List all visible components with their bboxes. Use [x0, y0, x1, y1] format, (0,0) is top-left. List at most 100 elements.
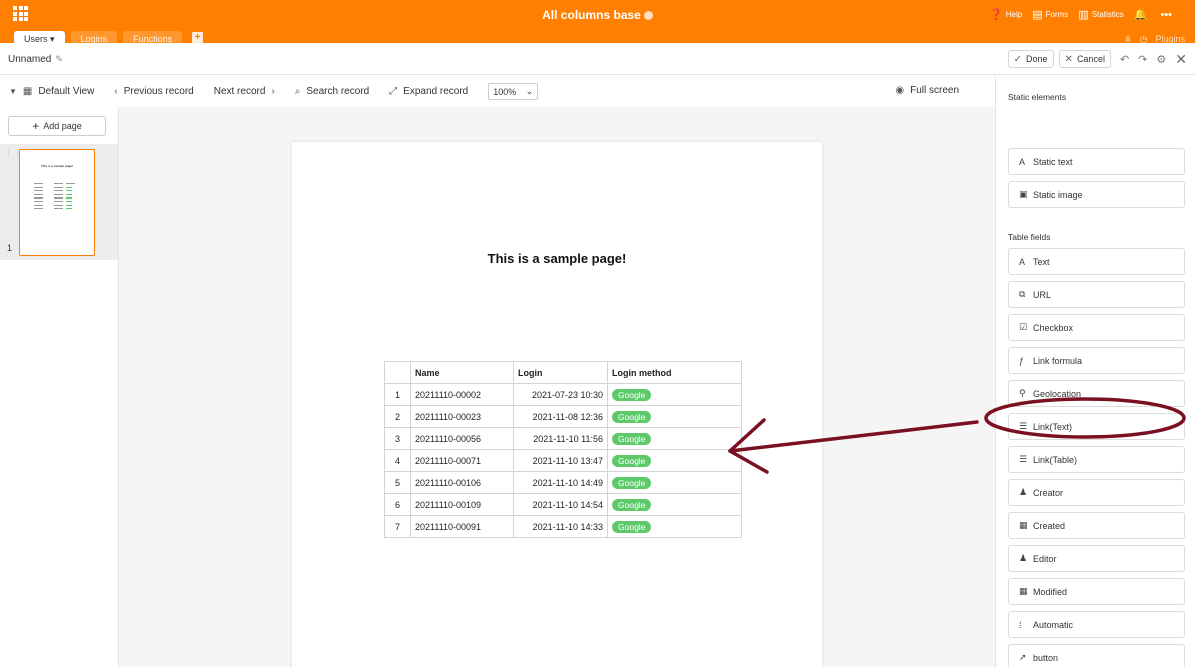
redo-icon[interactable]: ↷ [1138, 53, 1147, 66]
page-list-item[interactable]: ⋮⋮ This is a sample page! 1 [0, 144, 118, 260]
zoom-select[interactable]: 100% ⌄ [488, 83, 539, 100]
element-label: Static text [1033, 156, 1073, 167]
element-automatic[interactable]: ⁞ Automatic [1008, 611, 1185, 638]
element-text[interactable]: A Text [1008, 248, 1185, 275]
previous-record-button[interactable]: ‹ Previous record [114, 86, 193, 97]
app-header: All columns base ❓ Help ▤ Forms ▥ Statistic… [0, 0, 1195, 48]
element-link-text[interactable]: ☰ Link(Text) [1008, 413, 1185, 440]
view-selector[interactable]: ▼ ▦ Default View [9, 86, 94, 97]
check-icon: ✓ [1013, 53, 1023, 65]
element-link-table[interactable]: ☰ Link(Table) [1008, 446, 1185, 473]
thumbnail-line [66, 204, 72, 206]
login-method-badge: Google [612, 476, 652, 489]
chevron-left-icon: ‹ [114, 86, 118, 97]
add-table-button[interactable]: + [192, 32, 204, 43]
element-label: Modified [1033, 586, 1068, 597]
name-cell: 20211110-00056 [410, 427, 514, 450]
login-method-badge: Google [612, 520, 652, 533]
login-cell: 2021-11-10 14:54 [513, 493, 608, 516]
thumbnail-line [66, 186, 72, 188]
person-icon: ♟ [1019, 487, 1028, 497]
bell-icon: 🔔 [1133, 9, 1148, 21]
name-cell: 20211110-00023 [410, 405, 514, 428]
name-cell: 20211110-00106 [410, 471, 514, 494]
table-header-row: Name Login Login method [384, 361, 742, 384]
statistics-button[interactable]: ▥ Statistics [1078, 8, 1123, 21]
row-number-cell: 3 [384, 427, 411, 450]
element-modified[interactable]: ▦ Modified [1008, 578, 1185, 605]
settings-gear-icon[interactable]: ⚙ [1156, 53, 1166, 66]
x-icon: ✕ [1064, 53, 1073, 65]
row-number-cell: 7 [384, 515, 411, 538]
cursor-icon: ➚ [1019, 652, 1027, 662]
thumbnail-line [66, 183, 75, 185]
static-text-title[interactable]: This is a sample page! [292, 251, 822, 266]
thumbnail-line [54, 197, 63, 199]
add-page-button[interactable]: + Add page [8, 116, 106, 136]
forms-button[interactable]: ▤ Forms [1032, 8, 1068, 21]
bar-chart-icon: ▥ [1078, 9, 1089, 21]
notifications-button[interactable]: 🔔 [1134, 8, 1151, 21]
element-link-formula[interactable]: ƒ Link formula [1008, 347, 1185, 374]
report-designer-dialog: Unnamed ✎ ✓ Done ✕ Cancel ↶ ↷ ⚙ ✕ ▼ ▦ Defau… [0, 43, 1195, 667]
autonumber-icon: ⁞ [1019, 619, 1022, 630]
element-label: Checkbox [1033, 322, 1074, 333]
more-button[interactable]: ••• [1160, 9, 1175, 21]
page-thumbnail[interactable]: This is a sample page! [19, 149, 95, 256]
table-row: 1 20211110-00002 2021-07-23 10:30 Google [384, 383, 742, 406]
thumbnail-line [54, 186, 63, 188]
login-method-badge: Google [612, 498, 652, 511]
element-editor[interactable]: ♟ Editor [1008, 545, 1185, 572]
thumbnail-line [54, 204, 63, 206]
chevron-down-icon: ⌄ [525, 86, 534, 96]
header-actions: ❓ Help ▤ Forms ▥ Statistics 🔔 ••• [979, 8, 1175, 22]
dialog-header: Unnamed ✎ ✓ Done ✕ Cancel ↶ ↷ ⚙ ✕ [0, 43, 1195, 75]
report-page[interactable]: This is a sample page! Name Login Login … [292, 142, 822, 667]
edit-pencil-icon[interactable]: ✎ [55, 54, 63, 64]
element-label: Link(Text) [1033, 421, 1073, 432]
element-button[interactable]: ➚ button [1008, 644, 1185, 667]
thumbnail-line [34, 186, 43, 188]
link-icon: ⧉ [1019, 289, 1026, 299]
search-record-button[interactable]: ⌕ Search record [295, 86, 369, 97]
element-created[interactable]: ▦ Created [1008, 512, 1185, 539]
full-screen-button[interactable]: ◉ Full screen [895, 85, 959, 96]
undo-icon[interactable]: ↶ [1120, 53, 1129, 66]
report-name[interactable]: Unnamed ✎ [8, 54, 63, 65]
login-method-badge: Google [612, 388, 652, 401]
table-row: 6 20211110-00109 2021-11-10 14:54 Google [384, 493, 742, 516]
element-creator[interactable]: ♟ Creator [1008, 479, 1185, 506]
login-method-cell: Google [607, 471, 742, 494]
done-button[interactable]: ✓ Done [1007, 50, 1054, 68]
login-method-badge: Google [612, 454, 652, 467]
next-record-button[interactable]: Next record › [214, 86, 275, 97]
element-label: button [1033, 652, 1059, 663]
login-cell: 2021-11-10 11:56 [513, 427, 608, 450]
expand-record-button[interactable]: ⤢ Expand record [389, 86, 468, 97]
element-url[interactable]: ⧉ URL [1008, 281, 1185, 308]
thumbnail-line [34, 201, 43, 203]
close-icon[interactable]: ✕ [1175, 51, 1187, 68]
row-number-cell: 5 [384, 471, 411, 494]
element-label: Link(Table) [1033, 454, 1078, 465]
list-icon: ☰ [1019, 454, 1028, 464]
name-cell: 20211110-00071 [410, 449, 514, 472]
column-header: Login method [607, 361, 742, 384]
table-row: 5 20211110-00106 2021-11-10 14:49 Google [384, 471, 742, 494]
element-geolocation[interactable]: ⚲ Geolocation [1008, 380, 1185, 407]
column-header: Name [410, 361, 514, 384]
table-row: 7 20211110-00091 2021-11-10 14:33 Google [384, 515, 742, 538]
element-static-text[interactable]: A Static text [1008, 148, 1185, 175]
cancel-button[interactable]: ✕ Cancel [1058, 50, 1111, 68]
help-icon: ❓ [989, 9, 1003, 21]
linked-records-table[interactable]: Name Login Login method 1 20211110-00002 2… [384, 361, 742, 538]
thumbnail-line [66, 208, 72, 210]
help-button[interactable]: ❓ Help [989, 8, 1022, 21]
column-header: Login [513, 361, 608, 384]
element-checkbox[interactable]: ☑ Checkbox [1008, 314, 1185, 341]
elements-panel: Static elements Table fields A Static tex… [995, 76, 1195, 667]
element-static-image[interactable]: ▣ Static image [1008, 181, 1185, 208]
thumbnail-line [34, 190, 43, 192]
pages-sidebar: + Add page ⋮⋮ This is a sample page! 1 [0, 107, 118, 667]
table-row: 4 20211110-00071 2021-11-10 13:47 Google [384, 449, 742, 472]
